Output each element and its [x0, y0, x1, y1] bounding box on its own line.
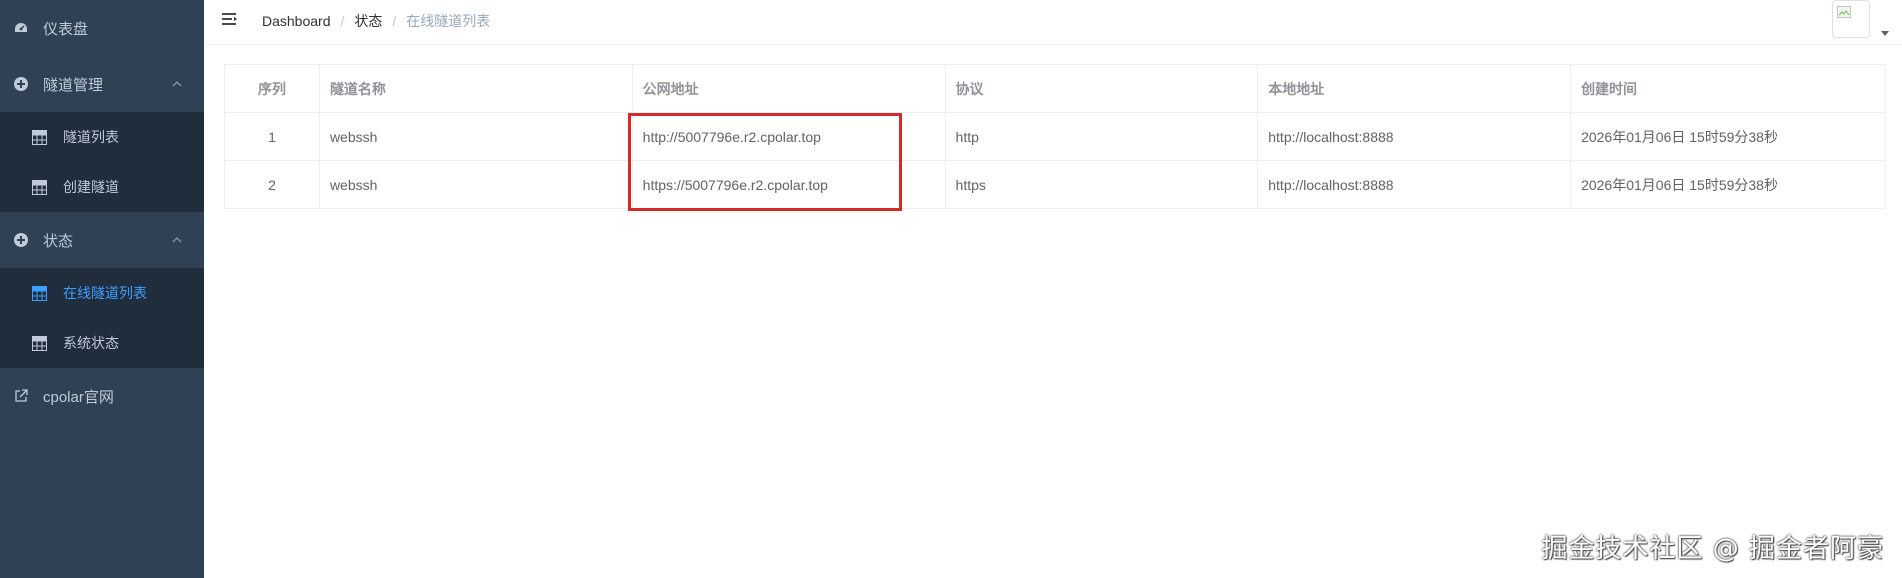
table-row: 1 webssh http://5007796e.r2.cpolar.top h…: [224, 112, 1886, 161]
breadcrumb-separator: /: [392, 13, 397, 29]
cell-index: 1: [224, 112, 320, 161]
sidebar-item-label: 仪表盘: [43, 20, 89, 38]
chevron-up-icon: [170, 77, 184, 91]
sidebar-item-label: cpolar官网: [43, 388, 114, 406]
chevron-up-icon: [170, 233, 184, 247]
sidebar: 仪表盘 隧道管理 隧道列表 创建隧道 状态 在线隧道列表 系统状态 cpolar…: [0, 0, 204, 578]
broken-image-icon: [1837, 5, 1851, 18]
cell-tunnel-name: webssh: [318, 112, 633, 161]
online-tunnel-table: 序列 隧道名称 公网地址 协议 本地地址 创建时间 1 webssh http:…: [224, 64, 1886, 209]
cell-tunnel-name: webssh: [318, 160, 633, 209]
external-link-icon: [12, 388, 29, 405]
submenu-status: 在线隧道列表 系统状态: [0, 268, 204, 368]
cell-local-address: http://localhost:8888: [1257, 112, 1572, 161]
plus-circle-icon: [12, 76, 29, 93]
column-header-index: 序列: [224, 64, 320, 113]
cell-local-address: http://localhost:8888: [1257, 160, 1572, 209]
column-header-created-at: 创建时间: [1570, 64, 1886, 113]
breadcrumb-item-status[interactable]: 状态: [354, 11, 382, 31]
sidebar-item-cpolar-website[interactable]: cpolar官网: [0, 368, 204, 424]
cell-public-url[interactable]: https://5007796e.r2.cpolar.top: [631, 160, 946, 209]
plus-circle-icon: [12, 232, 29, 249]
column-header-protocol: 协议: [944, 64, 1259, 113]
breadcrumb-item-dashboard[interactable]: Dashboard: [262, 13, 331, 29]
sidebar-item-label: 隧道列表: [63, 129, 119, 145]
breadcrumb-item-current: 在线隧道列表: [406, 13, 491, 29]
table-row: 2 webssh https://5007796e.r2.cpolar.top …: [224, 160, 1886, 209]
watermark: 掘金技术社区 @ 掘金者阿豪: [1541, 534, 1884, 564]
hamburger-icon[interactable]: [220, 10, 240, 30]
navbar: Dashboard / 状态 / 在线隧道列表: [204, 0, 1902, 45]
column-header-tunnel-name: 隧道名称: [318, 64, 633, 113]
sidebar-item-create-tunnel[interactable]: 创建隧道: [0, 162, 204, 212]
sidebar-item-system-status[interactable]: 系统状态: [0, 318, 204, 368]
table-icon: [32, 285, 47, 301]
dashboard-icon: [12, 20, 29, 37]
sidebar-item-label: 在线隧道列表: [63, 285, 147, 301]
submenu-tunnel-management: 隧道列表 创建隧道: [0, 112, 204, 212]
sidebar-item-label: 系统状态: [63, 335, 119, 351]
cell-protocol: https: [944, 160, 1259, 209]
breadcrumb: Dashboard / 状态 / 在线隧道列表: [262, 11, 490, 31]
cell-created-at: 2026年01月06日 15时59分38秒: [1570, 112, 1886, 161]
column-header-local-address: 本地地址: [1257, 64, 1572, 113]
caret-down-icon: [1880, 24, 1890, 36]
sidebar-item-label: 隧道管理: [43, 76, 104, 94]
table-header-row: 序列 隧道名称 公网地址 协议 本地地址 创建时间: [224, 64, 1886, 113]
cell-index: 2: [224, 160, 320, 209]
sidebar-item-label: 创建隧道: [63, 179, 119, 195]
sidebar-item-tunnel-management[interactable]: 隧道管理: [0, 56, 204, 112]
table-icon: [32, 335, 47, 351]
sidebar-item-tunnel-list[interactable]: 隧道列表: [0, 112, 204, 162]
cell-public-url[interactable]: http://5007796e.r2.cpolar.top: [631, 112, 946, 161]
cell-created-at: 2026年01月06日 15时59分38秒: [1570, 160, 1886, 209]
table-icon: [32, 179, 47, 195]
sidebar-item-status[interactable]: 状态: [0, 212, 204, 268]
breadcrumb-separator: /: [340, 13, 345, 29]
user-menu[interactable]: [1832, 0, 1902, 44]
cell-protocol: http: [944, 112, 1259, 161]
table-icon: [32, 129, 47, 145]
column-header-public-url: 公网地址: [631, 64, 946, 113]
avatar[interactable]: [1832, 0, 1870, 38]
sidebar-item-label: 状态: [43, 232, 74, 250]
sidebar-item-dashboard[interactable]: 仪表盘: [0, 0, 204, 56]
sidebar-item-online-tunnel-list[interactable]: 在线隧道列表: [0, 268, 204, 318]
